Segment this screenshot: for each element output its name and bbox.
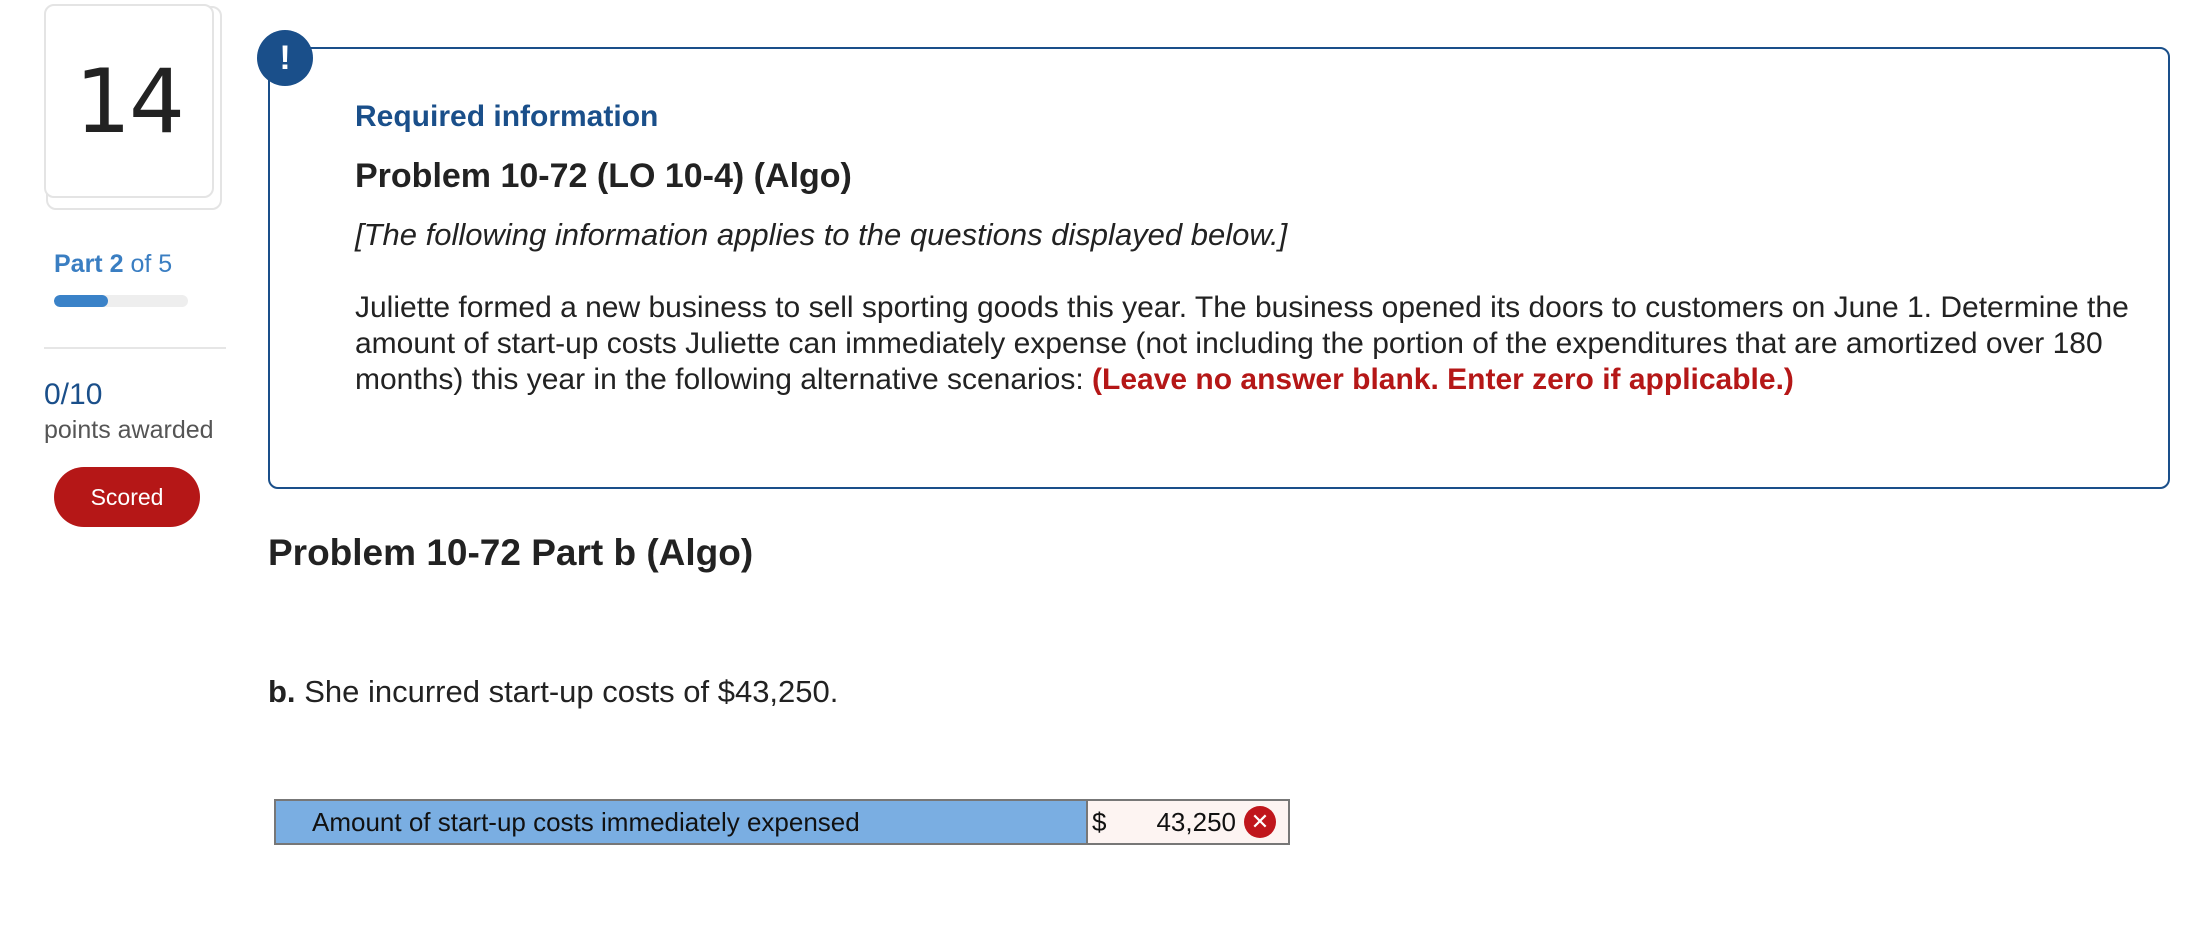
part-progress-fill	[54, 295, 108, 307]
question-number: 14	[44, 4, 214, 198]
required-info-heading: Required information	[355, 100, 659, 133]
scored-button[interactable]: Scored	[54, 467, 200, 527]
applies-note: [The following information applies to th…	[355, 217, 1288, 252]
question-letter: b.	[268, 674, 296, 709]
question-text: b. She incurred start-up costs of $43,25…	[268, 674, 838, 710]
question-body: She incurred start-up costs of $43,250.	[304, 674, 839, 709]
part-title: Problem 10-72 Part b (Algo)	[268, 532, 754, 573]
incorrect-x-icon: ✕	[1244, 806, 1276, 838]
currency-symbol: $	[1092, 806, 1107, 837]
instruction-text: (Leave no answer blank. Enter zero if ap…	[1092, 363, 1794, 396]
answer-input-cell[interactable]: $ 43,250 ✕	[1088, 801, 1288, 843]
problem-title: Problem 10-72 (LO 10-4) (Algo)	[355, 157, 852, 195]
answer-label: Amount of start-up costs immediately exp…	[276, 801, 1088, 843]
part-indicator: Part 2 of 5	[54, 250, 172, 279]
problem-description: Juliette formed a new business to sell s…	[355, 290, 2135, 398]
points-awarded-label: points awarded	[44, 416, 214, 444]
score: 0/10	[44, 378, 103, 411]
part-total: of 5	[130, 250, 173, 278]
exclamation-icon: !	[257, 30, 313, 86]
rail-divider	[44, 347, 226, 349]
part-current: Part 2	[54, 250, 124, 278]
part-progress-bar	[54, 295, 188, 307]
answer-value[interactable]: 43,250	[1156, 807, 1236, 838]
answer-table-row: Amount of start-up costs immediately exp…	[274, 799, 1290, 845]
